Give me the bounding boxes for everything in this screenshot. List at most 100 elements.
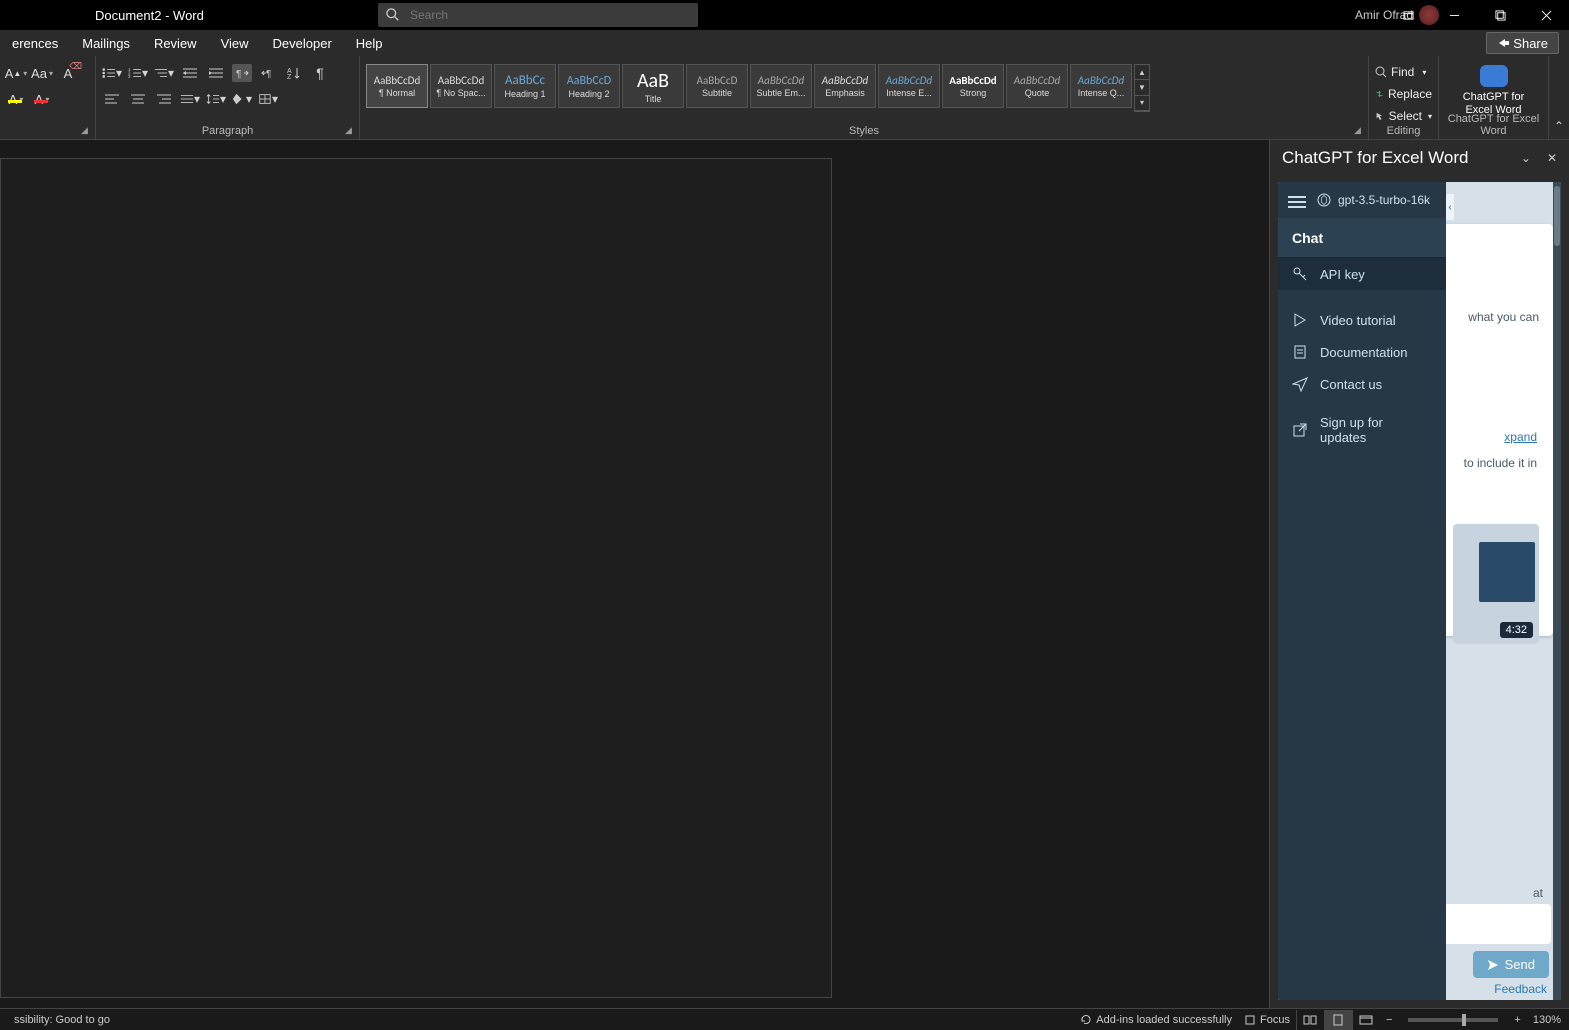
expand-link[interactable]: xpand [1504,430,1537,444]
clear-format-button[interactable]: A⌫ [58,63,78,83]
tab-review[interactable]: Review [142,30,209,56]
addins-status[interactable]: Add-ins loaded successfully [1080,1014,1232,1026]
document-page[interactable] [0,158,832,998]
style-gallery[interactable]: AaBbCcDd¶ NormalAaBbCcDd¶ No Spac...AaBb… [366,64,1362,112]
search-input[interactable] [408,7,690,23]
pane-close-button[interactable]: ✕ [1547,151,1557,165]
style-subtle-em-[interactable]: AaBbCcDdSubtle Em... [750,64,812,108]
key-icon [1292,266,1308,282]
gallery-scroll[interactable]: ▲▼▾ [1134,64,1150,112]
accessibility-status[interactable]: ssibility: Good to go [14,1014,110,1026]
borders-button[interactable]: ▾ [258,90,278,108]
pane-scrollbar[interactable] [1553,182,1561,1000]
zoom-out-button[interactable]: − [1386,1014,1392,1026]
document-title: Document2 - Word [95,8,204,23]
decrease-indent-button[interactable] [180,64,200,82]
style-strong[interactable]: AaBbCcDdStrong [942,64,1004,108]
align-right-button[interactable] [154,90,174,108]
paper-plane-icon [1292,376,1308,392]
find-button[interactable]: Find▾ [1375,62,1432,82]
editing-label: Editing [1369,125,1438,137]
style--normal[interactable]: AaBbCcDd¶ Normal [366,64,428,108]
zoom-slider[interactable] [1408,1018,1498,1022]
video-thumbnail[interactable]: 4:32 [1453,524,1539,644]
increase-indent-button[interactable] [206,64,226,82]
pane-menu-button[interactable]: ⌄ [1521,151,1531,165]
share-icon [1497,37,1509,49]
print-layout-button[interactable] [1324,1010,1352,1030]
web-layout-button[interactable] [1352,1010,1380,1030]
rtl-button[interactable]: ¶ [258,64,278,82]
font-color-button[interactable]: A [32,89,52,109]
drawer-chat[interactable]: Chat [1278,218,1446,258]
svg-text:¶: ¶ [236,69,241,80]
style-title[interactable]: AaBTitle [622,64,684,108]
drawer-contact[interactable]: Contact us [1278,368,1446,400]
svg-text:¶: ¶ [266,69,271,80]
maximize-button[interactable] [1477,0,1523,30]
at-text: at [1533,886,1543,900]
highlight-button[interactable]: A [6,89,26,109]
read-mode-button[interactable] [1296,1010,1324,1030]
numbering-button[interactable]: 123▾ [128,64,148,82]
style-subtitle[interactable]: AaBbCcDSubtitle [686,64,748,108]
font-dialog-launcher[interactable]: ◢ [81,125,91,135]
sort-button[interactable]: AZ [284,64,304,82]
search-box[interactable] [378,3,698,27]
ribbon: A▲ Aa A⌫ A A ◢ ▾ 123▾ ▾ ¶ ¶ AZ ¶ ▾ ▾ ▾ [0,56,1569,140]
hamburger-icon[interactable] [1288,193,1306,207]
drawer-api-key[interactable]: API key [1278,258,1446,290]
replace-button[interactable]: Replace [1375,84,1432,104]
style-intense-q-[interactable]: AaBbCcDdIntense Q... [1070,64,1132,108]
ribbon-display-button[interactable] [1385,0,1431,30]
drawer-video[interactable]: Video tutorial [1278,304,1446,336]
drawer-signup[interactable]: Sign up for updates [1278,414,1446,446]
show-marks-button[interactable]: ¶ [310,64,330,82]
style-heading-2[interactable]: AaBbCcDHeading 2 [558,64,620,108]
multilevel-button[interactable]: ▾ [154,64,174,82]
focus-button[interactable]: Focus [1244,1014,1290,1026]
send-button[interactable]: Send [1473,951,1549,978]
chatgpt-ribbon-button[interactable]: ChatGPT for Excel Word ChatGPT for Excel… [1439,56,1549,139]
share-button[interactable]: Share [1486,32,1559,54]
tab-mailings[interactable]: Mailings [70,30,142,56]
style-heading-1[interactable]: AaBbCcHeading 1 [494,64,556,108]
paragraph-label: Paragraph [96,125,359,137]
styles-group: AaBbCcDd¶ NormalAaBbCcDd¶ No Spac...AaBb… [360,56,1369,139]
align-center-button[interactable] [128,90,148,108]
drawer-docs[interactable]: Documentation [1278,336,1446,368]
editing-group: Find▾ Replace Select▾ Editing [1369,56,1439,139]
shading-button[interactable]: ▾ [232,90,252,108]
change-case-button[interactable]: Aa [32,63,52,83]
ribbon-tabs: erences Mailings Review View Developer H… [0,30,1569,56]
tab-help[interactable]: Help [344,30,395,56]
zoom-in-button[interactable]: + [1514,1014,1520,1026]
grow-font-button[interactable]: A▲ [6,63,26,83]
styles-dialog-launcher[interactable]: ◢ [1354,125,1364,135]
feedback-link[interactable]: Feedback [1494,982,1547,996]
chat-bubble-icon [1480,65,1508,87]
minimize-button[interactable] [1431,0,1477,30]
line-spacing-button[interactable]: ▾ [206,90,226,108]
style--no-spac-[interactable]: AaBbCcDd¶ No Spac... [430,64,492,108]
justify-button[interactable]: ▾ [180,90,200,108]
tab-references[interactable]: erences [0,30,70,56]
style-intense-e-[interactable]: AaBbCcDdIntense E... [878,64,940,108]
style-emphasis[interactable]: AaBbCcDdEmphasis [814,64,876,108]
tab-developer[interactable]: Developer [261,30,344,56]
align-left-button[interactable] [102,90,122,108]
ltr-button[interactable]: ¶ [232,64,252,82]
zoom-level[interactable]: 130% [1533,1014,1561,1026]
collapse-ribbon-button[interactable]: ⌃ [1549,56,1569,139]
chatgpt-task-pane: ChatGPT for Excel Word ⌄ ✕ what you can … [1269,140,1569,1008]
tab-view[interactable]: View [209,30,261,56]
model-indicator[interactable]: gpt-3.5-turbo-16k [1316,192,1430,208]
close-button[interactable] [1523,0,1569,30]
play-icon [1292,312,1308,328]
title-bar: Document2 - Word Amir Ofrad [0,0,1569,30]
bullets-button[interactable]: ▾ [102,64,122,82]
paragraph-dialog-launcher[interactable]: ◢ [345,125,355,135]
drawer-collapse-tab[interactable]: ‹ [1446,194,1454,220]
select-button[interactable]: Select▾ [1375,106,1432,126]
style-quote[interactable]: AaBbCcDdQuote [1006,64,1068,108]
